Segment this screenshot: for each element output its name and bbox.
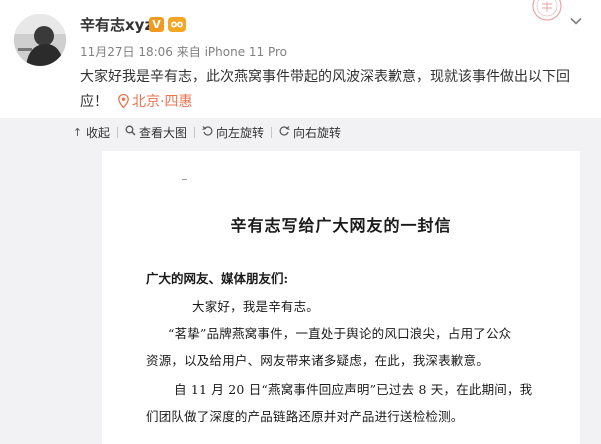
rotate-right-label: 向右旋转 — [293, 125, 342, 140]
rotate-right-icon — [279, 125, 290, 139]
rotate-left-icon — [202, 125, 213, 139]
image-toolbar: ↑ 收起 查看大图 向左旋转 向右旋转 — [72, 123, 341, 141]
view-large-label: 查看大图 — [139, 125, 188, 140]
post-meta: 11月27日 18:06 来自 iPhone 11 Pro — [80, 45, 288, 59]
view-large-button[interactable]: 查看大图 — [125, 124, 187, 141]
letter-greeting: 广大的网友、媒体朋友们: — [146, 271, 289, 286]
scan-mark — [182, 179, 187, 180]
post-header: 辛有志xyz V 11月27日 18:06 来自 iPhone 11 Pro 大… — [0, 0, 601, 118]
letter-image[interactable]: 辛有志写给广大网友的一封信 广大的网友、媒体朋友们: 大家好，我是辛有志。 “茗… — [102, 151, 580, 444]
letter-paragraph: 们团队做了深度的产品链路还原并对产品进行送检检测。 — [146, 409, 464, 424]
letter-paragraph: 资源，以及给用户、网友带来诸多疑虑，在此，我深表歉意。 — [146, 353, 489, 368]
username[interactable]: 辛有志xyz — [80, 16, 153, 34]
rotate-left-button[interactable]: 向左旋转 — [202, 124, 264, 141]
toolbar-divider — [117, 126, 119, 138]
club-badge-icon[interactable] — [167, 16, 187, 33]
stamp-icon — [530, 0, 564, 26]
letter-paragraph: 大家好，我是辛有志。 — [192, 299, 320, 314]
letter-paragraph: “茗挚”品牌燕窝事件，一直处于舆论的风口浪尖，占用了公众 — [168, 326, 512, 341]
magnify-icon — [125, 125, 136, 139]
toolbar-divider — [271, 126, 273, 138]
letter-paragraph: 自 11 月 20 日“燕窝事件回应声明”已过去 8 天，在此期间，我 — [174, 382, 533, 397]
collapse-label: 收起 — [86, 125, 111, 140]
rotate-right-button[interactable]: 向右旋转 — [279, 124, 341, 141]
rotate-left-label: 向左旋转 — [216, 125, 265, 140]
avatar[interactable] — [14, 14, 66, 66]
location-link[interactable]: 北京·四惠 — [132, 94, 192, 110]
collapse-button[interactable]: ↑ 收起 — [72, 124, 110, 141]
collapse-icon: ↑ — [72, 125, 83, 139]
verified-v-icon[interactable]: V — [149, 17, 164, 32]
chevron-down-icon[interactable] — [567, 12, 585, 30]
letter-title: 辛有志写给广大网友的一封信 — [230, 216, 452, 235]
toolbar-divider — [194, 126, 196, 138]
location-pin-icon — [118, 92, 129, 117]
post-text: 大家好我是辛有志，此次燕窝事件带起的风波深表歉意，现就该事件做出以下回应！ 北京·… — [80, 65, 580, 117]
